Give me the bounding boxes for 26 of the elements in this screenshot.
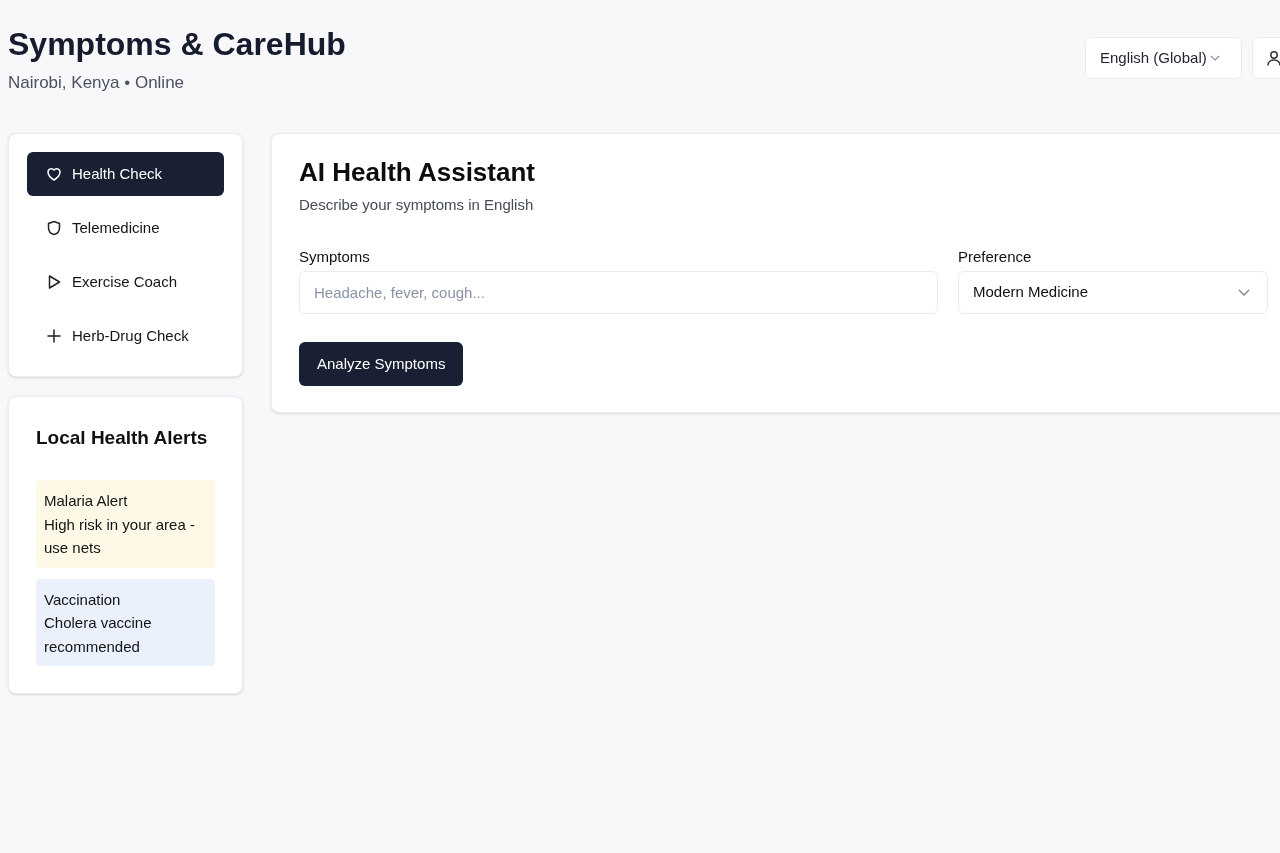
user-icon	[1267, 50, 1280, 66]
symptoms-input[interactable]: Headache, fever, cough...	[299, 271, 938, 314]
alert-title: Malaria Alert	[44, 491, 129, 511]
preference-label: Preference	[958, 247, 1033, 267]
symptoms-label: Symptoms	[299, 247, 371, 267]
alert-title: Vaccination	[44, 589, 122, 610]
chevron-down-icon	[1209, 55, 1220, 61]
app-title: Symptoms & CareHub	[8, 25, 346, 64]
alerts-title: Local Health Alerts	[36, 426, 209, 450]
assistant-description: Describe your symptoms in English	[299, 195, 535, 215]
location-status: Nairobi, Kenya • Online	[8, 72, 186, 94]
analyze-button[interactable]: Analyze Symptoms	[299, 342, 464, 386]
nav-item[interactable]: Telemedicine	[27, 206, 224, 250]
plus-icon	[46, 328, 62, 344]
language-dropdown[interactable]: English (Global)	[1085, 37, 1242, 79]
heart-icon	[46, 166, 62, 182]
preference-select[interactable]: Modern Medicine	[958, 271, 1268, 314]
shield-icon	[46, 220, 62, 236]
assistant-title: AI Health Assistant	[299, 156, 536, 188]
chevron-down-icon	[1238, 289, 1250, 296]
nav-item[interactable]: Exercise Coach	[27, 260, 224, 304]
play-icon	[46, 274, 62, 290]
nav-item[interactable]: Health Check	[27, 152, 224, 196]
alert-message: High risk in your area - use nets	[44, 514, 196, 558]
nav-item[interactable]: Herb-Drug Check	[27, 314, 224, 358]
alert-message: Cholera vaccine recommended	[44, 613, 153, 657]
